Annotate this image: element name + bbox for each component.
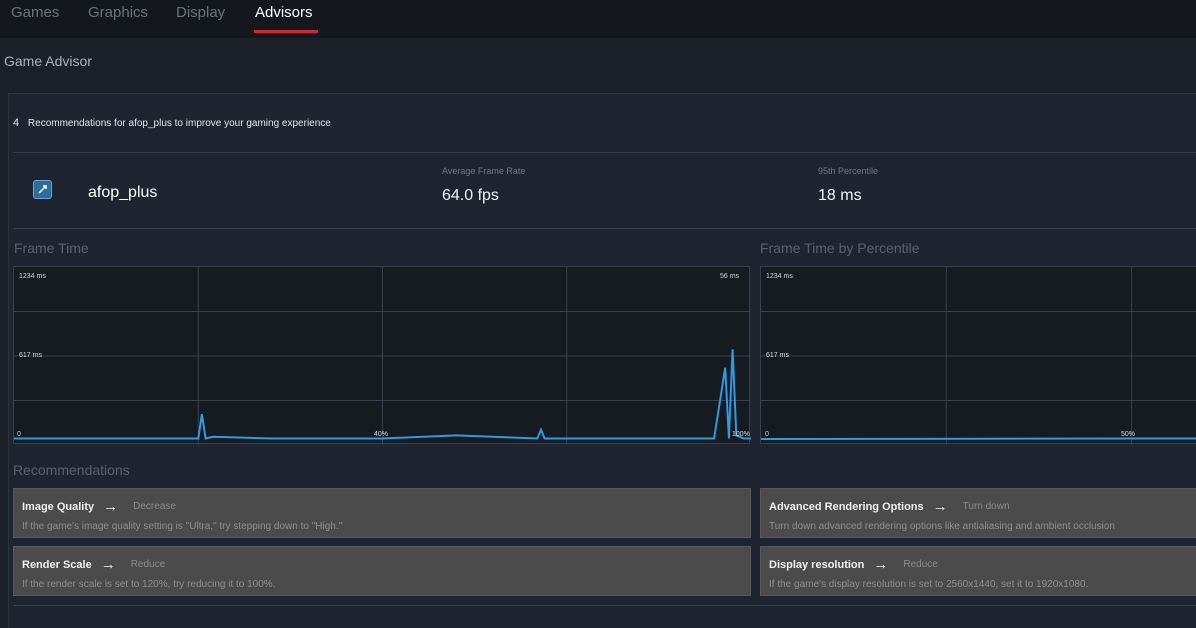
recommendations-summary: 4 Recommendations for afop_plus to impro…: [13, 117, 331, 129]
y-tick-mid: 617 ms: [766, 352, 789, 359]
value-top-right: 56 ms: [720, 273, 740, 280]
frame-time-chart: 1234 ms 617 ms 0 56 ms 40% 100%: [13, 266, 751, 445]
arrow-right-icon: →: [873, 556, 889, 573]
avg-frame-rate-value: 64.0 fps: [442, 187, 499, 204]
recommendation-description: If the render scale is set to 120%, try …: [22, 579, 276, 590]
recommendation-name: Render Scale: [22, 558, 92, 571]
frame-time-plot: [14, 267, 751, 445]
percentile-plot: [761, 267, 1196, 445]
y-tick-bottom: 0: [765, 431, 769, 438]
y-tick-top: 1234 ms: [766, 273, 793, 280]
y-tick-top: 1234 ms: [19, 273, 46, 280]
frame-time-title: Frame Time: [14, 240, 89, 256]
recommendation-description: If the game's image quality setting is "…: [22, 521, 343, 532]
recommendation-action: Reduce: [130, 559, 166, 570]
game-name: afop_plus: [88, 184, 158, 201]
recommendations-title: Recommendations: [13, 462, 130, 478]
section-title: Game Advisor: [4, 53, 92, 69]
arrow-right-icon: →: [103, 498, 119, 515]
recommendation-action: Reduce: [903, 559, 938, 570]
tab-advisors[interactable]: Advisors: [255, 4, 313, 21]
y-tick-bottom: 0: [17, 431, 21, 438]
recommendation-action: Turn down: [962, 501, 1010, 512]
recommendation-description: Turn down advanced rendering options lik…: [769, 521, 1115, 532]
percentile-value: 18 ms: [818, 187, 862, 204]
recommendation-summary-text: Recommendations for afop_plus to improve…: [27, 118, 331, 129]
tab-graphics[interactable]: Graphics: [88, 4, 148, 21]
series-line: [761, 437, 1196, 440]
recommendation-description: If the game's display resolution is set …: [769, 579, 1089, 590]
x-tick-mid: 40%: [374, 431, 389, 438]
top-tab-bar: Games Graphics Display Advisors: [0, 0, 1196, 38]
tab-display[interactable]: Display: [176, 4, 225, 21]
percentile-label: 95th Percentile: [818, 166, 879, 176]
active-tab-indicator: [254, 30, 318, 33]
divider: [13, 228, 1196, 229]
recommendation-name: Image Quality: [22, 500, 95, 513]
recommendation-name: Advanced Rendering Options: [769, 500, 924, 513]
divider: [13, 605, 1196, 606]
game-app-icon: [33, 180, 52, 199]
x-tick-right: 100%: [732, 431, 750, 438]
recommendation-card-image-quality[interactable]: Image Quality → Decrease If the game's i…: [13, 488, 751, 538]
tab-games[interactable]: Games: [11, 4, 59, 21]
recommendation-card-advanced-rendering[interactable]: Advanced Rendering Options → Turn down T…: [760, 488, 1196, 538]
recommendation-name: Display resolution: [769, 558, 865, 571]
recommendation-card-render-scale[interactable]: Render Scale → Reduce If the render scal…: [13, 546, 751, 596]
avg-frame-rate-label: Average Frame Rate: [442, 166, 526, 176]
x-tick-mid: 50%: [1121, 431, 1136, 438]
y-tick-mid: 617 ms: [19, 352, 42, 359]
recommendation-card-display-resolution[interactable]: Display resolution → Reduce If the game'…: [760, 546, 1196, 596]
percentile-chart-title: Frame Time by Percentile: [760, 240, 920, 256]
recommendation-count: 4: [13, 117, 20, 129]
recommendation-action: Decrease: [133, 501, 176, 512]
arrow-right-icon: →: [100, 556, 116, 573]
divider: [13, 152, 1196, 153]
percentile-chart: 1234 ms 617 ms 0 50%: [760, 266, 1196, 445]
arrow-right-icon: →: [932, 498, 948, 515]
